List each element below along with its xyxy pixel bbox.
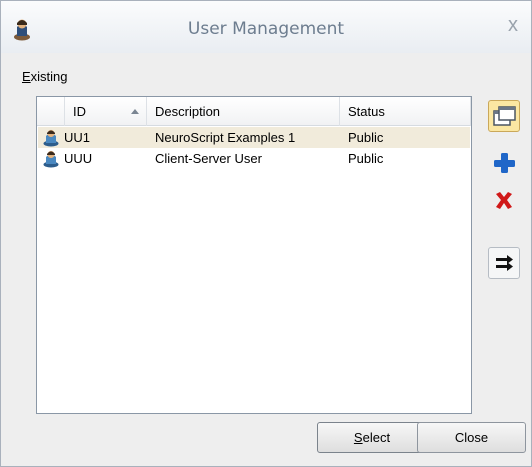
close-button[interactable]: Close: [417, 422, 526, 453]
table-row[interactable]: UUU Client-Server User Public: [38, 148, 470, 169]
list-header: ID Description Status: [37, 97, 471, 126]
users-list-view[interactable]: ID Description Status UU1 NeuroScript Ex…: [36, 96, 472, 414]
select-button-label-rest: elect: [362, 430, 391, 445]
existing-group-label: Existing: [22, 69, 68, 84]
column-header-id[interactable]: ID: [65, 97, 147, 126]
switch-user-button[interactable]: [488, 247, 520, 279]
user-icon: [42, 128, 60, 147]
user-management-dialog: User Management x Existing ID Descriptio…: [0, 0, 532, 467]
window-title: User Management: [187, 19, 345, 39]
user-icon: [42, 149, 60, 168]
switch-arrows-icon: [489, 255, 519, 281]
title-bar[interactable]: User Management x: [1, 1, 531, 53]
add-user-button[interactable]: [488, 147, 520, 179]
dialog-body: Existing ID Description Status UU1 Neuro…: [1, 53, 531, 466]
column-header-status[interactable]: Status: [340, 97, 471, 126]
select-button[interactable]: Select: [317, 422, 427, 453]
row-description: NeuroScript Examples 1: [155, 130, 296, 145]
row-description: Client-Server User: [155, 151, 262, 166]
row-id: UU1: [64, 130, 91, 145]
delete-x-icon: [489, 192, 519, 219]
table-row[interactable]: UU1 NeuroScript Examples 1 Public: [38, 127, 470, 148]
column-header-description[interactable]: Description: [147, 97, 340, 126]
open-properties-icon: [489, 106, 519, 134]
column-header-status-label: Status: [348, 104, 385, 119]
properties-button[interactable]: [488, 100, 520, 132]
row-status: Public: [348, 130, 384, 145]
select-button-accelerator: S: [353, 430, 363, 445]
existing-label-rest: xisting: [30, 69, 68, 84]
close-window-icon[interactable]: x: [503, 15, 523, 35]
existing-label-accelerator: E: [22, 69, 31, 84]
header-icon-column[interactable]: [37, 97, 65, 126]
delete-user-button[interactable]: [488, 185, 520, 217]
sort-ascending-icon: [131, 109, 139, 114]
row-id: UUU: [64, 151, 93, 166]
column-header-description-label: Description: [155, 104, 221, 119]
row-status: Public: [348, 151, 384, 166]
column-header-id-label: ID: [73, 104, 86, 119]
add-plus-icon: [489, 153, 519, 181]
